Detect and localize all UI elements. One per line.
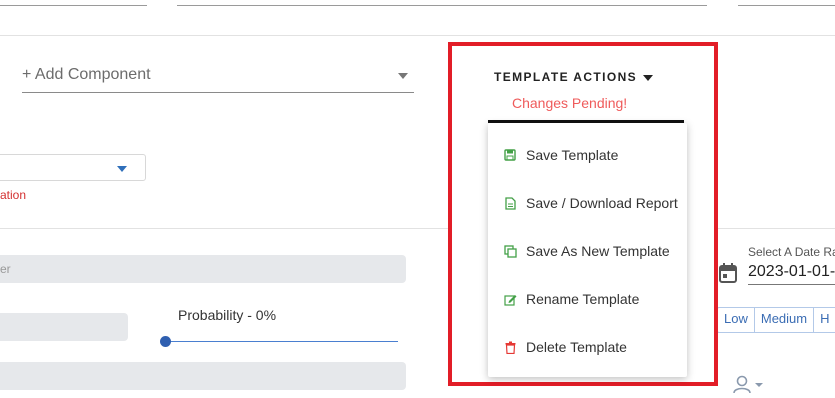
priority-high-button[interactable]: H bbox=[814, 308, 835, 332]
changes-pending-status: Changes Pending! bbox=[512, 95, 628, 111]
document-icon bbox=[500, 196, 520, 210]
template-actions-button[interactable]: TEMPLATE ACTIONS bbox=[494, 70, 654, 84]
menu-item-label: Save As New Template bbox=[526, 243, 670, 259]
menu-item-label: Save / Download Report bbox=[526, 195, 678, 211]
assignee-icon[interactable] bbox=[733, 375, 765, 394]
trash-icon bbox=[500, 341, 520, 354]
menu-item-save-template[interactable]: Save Template bbox=[488, 131, 699, 179]
chevron-down-icon bbox=[643, 74, 654, 81]
priority-low-button[interactable]: Low bbox=[718, 308, 755, 332]
menu-item-save-download-report[interactable]: Save / Download Report bbox=[488, 179, 699, 227]
add-component-select[interactable]: + Add Component bbox=[22, 56, 414, 93]
template-actions-menu: Save Template Save / Download Report Sav… bbox=[488, 123, 687, 377]
add-component-label: + Add Component bbox=[22, 66, 151, 83]
priority-toggle-group: Low Medium H bbox=[717, 307, 835, 333]
top-field-underline-right bbox=[738, 5, 835, 6]
short-input-field[interactable] bbox=[0, 313, 128, 341]
probability-slider-thumb[interactable] bbox=[160, 336, 171, 347]
probability-slider-track[interactable] bbox=[166, 341, 398, 342]
menu-item-label: Delete Template bbox=[526, 339, 627, 355]
section-divider-middle-right bbox=[714, 228, 835, 229]
copy-icon bbox=[500, 244, 520, 258]
priority-medium-button[interactable]: Medium bbox=[755, 308, 815, 332]
menu-item-rename-template[interactable]: Rename Template bbox=[488, 275, 699, 323]
top-field-underline-left bbox=[0, 5, 147, 6]
input-placeholder: er bbox=[0, 262, 11, 276]
calendar-icon[interactable] bbox=[718, 262, 738, 284]
text-input-field-bottom[interactable] bbox=[0, 362, 406, 390]
template-actions-label: TEMPLATE ACTIONS bbox=[494, 70, 638, 84]
chevron-down-icon bbox=[117, 166, 127, 172]
menu-item-delete-template[interactable]: Delete Template bbox=[488, 323, 699, 371]
text-input-field[interactable]: er bbox=[0, 255, 406, 283]
section-divider-top bbox=[0, 35, 835, 36]
menu-item-label: Rename Template bbox=[526, 291, 640, 307]
top-field-underline-center bbox=[177, 5, 707, 6]
section-divider-middle bbox=[0, 228, 448, 229]
date-range-label: Select A Date Ra bbox=[748, 245, 835, 259]
save-icon bbox=[500, 149, 520, 161]
menu-item-save-as-new-template[interactable]: Save As New Template bbox=[488, 227, 699, 275]
probability-label: Probability - 0% bbox=[178, 307, 277, 323]
type-select[interactable] bbox=[0, 154, 146, 181]
date-range-input[interactable]: 2023-01-01- bbox=[748, 263, 835, 285]
validation-error-text: ation bbox=[0, 188, 27, 202]
edit-icon bbox=[500, 293, 520, 306]
menu-item-label: Save Template bbox=[526, 147, 619, 163]
chevron-down-icon bbox=[398, 73, 408, 79]
